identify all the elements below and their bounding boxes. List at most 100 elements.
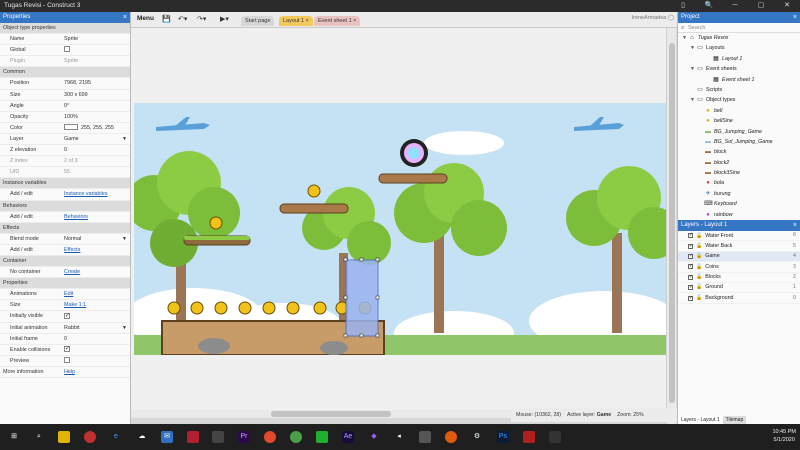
visibility-checkbox[interactable] xyxy=(688,293,693,303)
property-value[interactable] xyxy=(64,45,130,55)
property-section[interactable]: Container xyxy=(0,255,130,268)
property-section[interactable]: Behaviors xyxy=(0,200,130,212)
property-link[interactable]: Make 1:1 xyxy=(64,302,86,308)
firefox-icon[interactable] xyxy=(445,431,457,443)
visibility-checkbox[interactable] xyxy=(688,241,693,251)
premiere-icon[interactable]: Pr xyxy=(238,431,250,443)
property-value[interactable]: Edit xyxy=(64,289,130,299)
play-icon[interactable]: ▶▾ xyxy=(220,15,229,23)
property-value[interactable]: Behaviors xyxy=(64,212,130,222)
search-icon[interactable]: ⌕ xyxy=(33,431,45,443)
property-link[interactable]: Edit xyxy=(64,291,73,297)
project-tree-item[interactable]: ▬ BG_Sol_Jumping_Game xyxy=(678,137,800,147)
project-tree-item[interactable]: ▼ ▭ Layouts xyxy=(678,43,800,53)
layer-row[interactable]: 🔓Background 0 xyxy=(678,293,800,304)
color-swatch[interactable] xyxy=(64,123,78,130)
close-icon[interactable]: × xyxy=(793,220,797,231)
project-tree-item[interactable]: ▭ Scripts xyxy=(678,85,800,95)
property-value[interactable]: Help xyxy=(64,367,130,377)
gear-icon[interactable]: ⚙ xyxy=(471,431,483,443)
project-tree-item[interactable]: ▬ block2 xyxy=(678,158,800,168)
property-link[interactable]: Instance variables xyxy=(64,191,107,197)
chevron-down-icon[interactable]: ▼ xyxy=(122,323,127,333)
property-value[interactable]: 7968, 2195 xyxy=(64,78,130,88)
checkbox[interactable] xyxy=(64,46,70,53)
property-value[interactable]: Game ▼ xyxy=(64,134,130,144)
project-tree-item[interactable]: ▦ Layout 1 xyxy=(678,54,800,64)
lock-icon[interactable]: 🔓 xyxy=(696,231,702,241)
property-link[interactable]: Behaviors xyxy=(64,214,88,220)
visibility-checkbox[interactable] xyxy=(688,251,693,261)
visibility-checkbox[interactable] xyxy=(688,282,693,293)
layout-canvas[interactable] xyxy=(131,28,666,410)
chevron-down-icon[interactable]: ▼ xyxy=(122,134,127,144)
project-search-input[interactable]: ⌕ Search xyxy=(678,23,800,33)
redo-icon[interactable]: ↷▾ xyxy=(197,15,206,23)
property-value[interactable]: 255, 255, 255 xyxy=(64,123,130,133)
chrome-icon[interactable] xyxy=(264,431,276,443)
construct-icon[interactable] xyxy=(549,431,561,443)
chevron-down-icon[interactable]: ▼ xyxy=(681,33,688,43)
property-value[interactable]: Make 1:1 xyxy=(64,300,130,310)
after-effects-icon[interactable]: Ae xyxy=(342,431,354,443)
property-value[interactable]: 0 xyxy=(64,334,130,344)
layer-row[interactable]: 🔓Coins 3 xyxy=(678,261,800,273)
property-link[interactable]: Create xyxy=(64,269,80,275)
chevron-down-icon[interactable]: ▼ xyxy=(122,234,127,244)
app-icon[interactable] xyxy=(187,431,199,443)
undo-icon[interactable]: ↶▾ xyxy=(178,15,187,23)
property-value[interactable]: Sprite xyxy=(64,34,130,44)
property-value[interactable] xyxy=(64,356,130,366)
layer-row[interactable]: 🔓Ground 1 xyxy=(678,282,800,294)
project-tree-item[interactable]: ▦ Event sheet 1 xyxy=(678,75,800,85)
chevron-down-icon[interactable]: ▼ xyxy=(689,95,696,105)
app-icon[interactable] xyxy=(419,431,431,443)
property-value[interactable]: 0° xyxy=(64,101,130,111)
close-icon[interactable]: × xyxy=(793,12,797,23)
windows-start-icon[interactable]: ⊞ xyxy=(8,431,20,443)
lock-icon[interactable]: 🔓 xyxy=(696,241,702,251)
save-icon[interactable]: 💾 xyxy=(162,15,171,23)
selected-sprite[interactable] xyxy=(345,259,379,337)
system-tray[interactable]: 10:45 PM 5/1/2020 xyxy=(772,428,796,444)
maximize-icon[interactable]: ▢ xyxy=(748,0,774,12)
property-value[interactable]: 300 x 699 xyxy=(64,90,130,100)
tab-tilemap[interactable]: Tilemap xyxy=(722,416,747,424)
search-icon[interactable]: 🔍 xyxy=(696,0,722,12)
lock-icon[interactable]: 🔓 xyxy=(696,262,702,272)
tab-event-sheet-1[interactable]: Event sheet 1 × xyxy=(314,16,361,26)
property-section[interactable]: Common xyxy=(0,67,130,79)
project-tree-item[interactable]: ▬ block3Sine xyxy=(678,168,800,178)
line-icon[interactable] xyxy=(316,431,328,443)
property-link[interactable]: Help xyxy=(64,369,75,375)
layer-row[interactable]: 🔓Blocks 2 xyxy=(678,272,800,283)
vertical-scrollbar[interactable] xyxy=(666,28,676,424)
visibility-checkbox[interactable] xyxy=(688,230,693,241)
cloud-icon[interactable]: ☁ xyxy=(136,431,148,443)
visibility-checkbox[interactable] xyxy=(688,272,693,282)
property-value[interactable]: 100% xyxy=(64,112,130,122)
tab-layout-1[interactable]: Layout 1 × xyxy=(279,16,313,26)
property-value[interactable]: Create xyxy=(64,267,130,277)
property-section[interactable]: Properties xyxy=(0,278,130,290)
folder-icon[interactable] xyxy=(212,431,224,443)
project-tree-item[interactable]: ● bola xyxy=(678,178,800,188)
lock-icon[interactable]: 🔓 xyxy=(696,282,702,292)
app-icon[interactable]: ◂ xyxy=(393,431,405,443)
checkbox[interactable] xyxy=(64,345,70,355)
project-tree-item[interactable]: ▬ block xyxy=(678,147,800,157)
project-tree-item[interactable]: ● bellSine xyxy=(678,116,800,126)
minimize-icon[interactable]: ─ xyxy=(722,0,748,12)
property-value[interactable]: 0 xyxy=(64,145,130,155)
window-extra-icon[interactable]: ▯ xyxy=(670,0,696,12)
checkbox[interactable] xyxy=(64,311,70,322)
project-tree-item[interactable]: ▼ ⌂ Tugas Revisi xyxy=(678,33,800,43)
tab-start-page[interactable]: Start page xyxy=(241,16,275,26)
layout-scene[interactable] xyxy=(134,103,666,355)
property-link[interactable]: Effects xyxy=(64,247,80,253)
chevron-down-icon[interactable]: ▼ xyxy=(689,43,696,53)
store-icon[interactable] xyxy=(58,431,70,443)
lock-icon[interactable]: 🔓 xyxy=(696,272,702,282)
visibility-checkbox[interactable] xyxy=(688,261,693,272)
tab-layers[interactable]: Layers - Layout 1 xyxy=(678,416,723,424)
